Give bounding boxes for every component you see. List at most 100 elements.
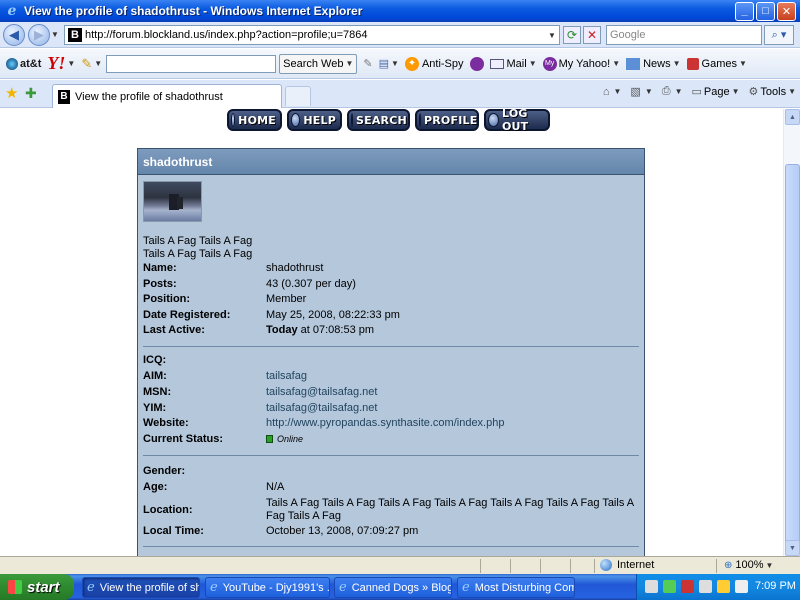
- refresh-button[interactable]: ⟳: [563, 26, 581, 44]
- yim-link[interactable]: tailsafag@tailsafag.net: [266, 402, 638, 418]
- add-favorites-icon[interactable]: ✚: [25, 86, 37, 101]
- help-nav-icon: [291, 113, 301, 127]
- window-title: View the profile of shadothrust - Window…: [24, 4, 363, 18]
- headphones-icon: [469, 56, 484, 71]
- antispy-button[interactable]: ✦ Anti-Spy: [404, 49, 464, 78]
- favorites-star-icon[interactable]: ★: [5, 86, 18, 101]
- pencil-dropdown-icon[interactable]: ▼: [94, 49, 102, 78]
- search-web-button[interactable]: Search Web ▼: [279, 53, 358, 74]
- row-msn: MSN: tailsafag@tailsafag.net: [143, 386, 638, 402]
- ie-icon: e: [87, 579, 95, 595]
- tray-shield-icon[interactable]: [681, 580, 694, 593]
- home-nav-label: HOME: [238, 113, 276, 127]
- highlight-icon[interactable]: ✎: [363, 49, 372, 78]
- profile-nav-button[interactable]: PROFILE: [415, 109, 479, 131]
- value-date-registered: May 25, 2008, 08:22:33 pm: [266, 309, 400, 321]
- yahoo-dropdown-icon[interactable]: ▼: [67, 49, 75, 78]
- feeds-button[interactable]: ▧ ▼: [630, 85, 652, 98]
- address-dropdown-icon[interactable]: ▼: [545, 26, 559, 44]
- tray-volume-icon[interactable]: [735, 580, 748, 593]
- tab-profile[interactable]: B View the profile of shadothrust: [52, 84, 282, 108]
- search-input[interactable]: Google: [606, 25, 762, 45]
- back-button[interactable]: ◀: [3, 23, 25, 46]
- scroll-up-button[interactable]: ▲: [785, 109, 800, 125]
- taskbar-item[interactable]: e View the profile of sh...: [82, 577, 200, 598]
- home-nav-button[interactable]: HOME: [227, 109, 282, 131]
- ie-icon: e: [210, 579, 218, 595]
- close-button[interactable]: ✕: [777, 1, 796, 21]
- taskbar-item[interactable]: e YouTube - Djy1991's ...: [205, 577, 330, 598]
- news-button[interactable]: News ▼: [626, 49, 681, 78]
- last-active-today: Today: [266, 324, 298, 336]
- scroll-thumb[interactable]: [785, 164, 800, 544]
- value-posts: 43 (0.307 per day): [266, 278, 356, 290]
- msn-link[interactable]: tailsafag@tailsafag.net: [266, 386, 638, 402]
- vertical-scrollbar[interactable]: ▲ ▼: [783, 109, 800, 556]
- divider: [143, 455, 639, 456]
- forum-menu: HOME HELP SEARCH PROFILE LOG OUT: [227, 109, 555, 133]
- taskbar-item[interactable]: e Canned Dogs » Blog ...: [334, 577, 452, 598]
- yahoo-logo[interactable]: Y!: [47, 49, 65, 78]
- address-bar[interactable]: B http://forum.blockland.us/index.php?ac…: [64, 25, 560, 45]
- layout-icon[interactable]: ▤ ▼: [379, 49, 399, 78]
- divider: [143, 546, 639, 547]
- home-button[interactable]: ⌂ ▼: [603, 86, 622, 98]
- page-menu[interactable]: ▭ Page ▼: [691, 85, 739, 99]
- stop-button[interactable]: ✕: [583, 26, 601, 44]
- pencil-icon[interactable]: ✎: [81, 49, 92, 78]
- headphones-button[interactable]: [469, 49, 484, 78]
- logout-nav-button[interactable]: LOG OUT: [484, 109, 550, 133]
- tools-menu[interactable]: ⚙ Tools ▼: [749, 85, 796, 99]
- tray-monitor-icon[interactable]: [699, 580, 712, 593]
- taskbar-item-label: View the profile of sh...: [99, 581, 200, 594]
- value-last-active: Today at 07:08:53 pm: [266, 324, 638, 340]
- taskbar-item[interactable]: e Most Disturbing Com...: [457, 577, 575, 598]
- minimize-button[interactable]: _: [735, 1, 754, 21]
- search-nav-label: SEARCH: [356, 113, 407, 127]
- address-url[interactable]: http://forum.blockland.us/index.php?acti…: [85, 29, 545, 41]
- search-button[interactable]: ⌕ ▾: [764, 25, 794, 45]
- label-local-time: Local Time:: [143, 525, 204, 537]
- row-current-status: Current Status: Online: [143, 433, 638, 449]
- row-website: Website: http://www.pyropandas.synthasite…: [143, 417, 638, 433]
- games-button[interactable]: Games ▼: [686, 49, 747, 78]
- start-button[interactable]: start: [0, 574, 74, 600]
- history-dropdown-icon[interactable]: ▼: [51, 30, 61, 39]
- mail-button[interactable]: Mail ▼: [489, 49, 537, 78]
- tray-tool-icon[interactable]: [645, 580, 658, 593]
- tray-network-icon[interactable]: [663, 580, 676, 593]
- aim-link[interactable]: tailsafag: [266, 370, 638, 386]
- label-aim: AIM:: [143, 370, 167, 382]
- row-position: Position: Member: [143, 293, 638, 309]
- site-favicon-icon: B: [68, 28, 82, 42]
- new-tab-button[interactable]: [285, 86, 311, 106]
- search-nav-button[interactable]: SEARCH: [347, 109, 410, 131]
- row-age: Age: N/A: [143, 481, 638, 497]
- maximize-button[interactable]: □: [756, 1, 775, 21]
- scroll-down-button[interactable]: ▼: [785, 540, 800, 556]
- system-tray: 7:09 PM: [636, 574, 800, 600]
- label-location: Location:: [143, 504, 193, 516]
- profile-username-header: shadothrust: [138, 149, 644, 175]
- security-zone[interactable]: Internet: [600, 559, 654, 571]
- att-logo[interactable]: at&t: [6, 49, 41, 78]
- status-bar: Internet ⊕ 100% ▼: [0, 556, 800, 574]
- forward-button[interactable]: ▶: [28, 23, 50, 46]
- help-nav-button[interactable]: HELP: [287, 109, 342, 131]
- clock[interactable]: 7:09 PM: [755, 580, 796, 592]
- row-icq: ICQ:: [143, 354, 638, 370]
- website-link[interactable]: http://www.pyropandas.synthasite.com/ind…: [266, 417, 638, 433]
- page-label: Page: [703, 85, 730, 98]
- att-label: at&t: [20, 57, 42, 70]
- taskbar-item-label: Most Disturbing Com...: [474, 581, 574, 594]
- zoom-icon: ⊕: [724, 559, 733, 571]
- help-nav-label: HELP: [303, 113, 336, 127]
- print-button[interactable]: ⎙ ▼: [662, 85, 683, 98]
- zoom-control[interactable]: ⊕ 100% ▼: [724, 559, 773, 571]
- label-website: Website:: [143, 417, 189, 429]
- tray-alert-icon[interactable]: [717, 580, 730, 593]
- tools-label: Tools: [760, 85, 787, 98]
- row-local-time: Local Time: October 13, 2008, 07:09:27 pm: [143, 525, 638, 541]
- my-yahoo-button[interactable]: My My Yahoo! ▼: [542, 49, 620, 78]
- yahoo-search-input[interactable]: [106, 54, 277, 73]
